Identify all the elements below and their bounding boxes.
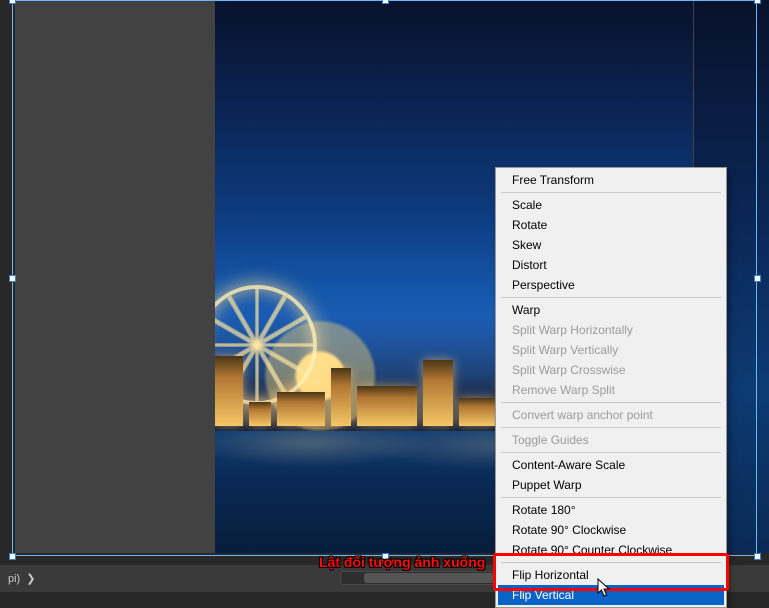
menu-item-distort[interactable]: Distort [498,255,724,275]
transform-handle[interactable] [382,0,389,4]
transform-handle[interactable] [754,553,761,560]
menu-separator [501,562,721,563]
menu-separator [501,192,721,193]
menu-item-rotate-90-counter-clockwise[interactable]: Rotate 90° Counter Clockwise [498,540,724,560]
menu-item-rotate-180[interactable]: Rotate 180° [498,500,724,520]
menu-separator [501,297,721,298]
menu-item-flip-horizontal[interactable]: Flip Horizontal [498,565,724,585]
menu-item-content-aware-scale[interactable]: Content-Aware Scale [498,455,724,475]
status-left-text: pi) [8,573,20,585]
menu-separator [501,402,721,403]
menu-item-toggle-guides: Toggle Guides [498,430,724,450]
menu-item-skew[interactable]: Skew [498,235,724,255]
menu-separator [501,497,721,498]
menu-separator [501,427,721,428]
transform-handle[interactable] [9,0,16,4]
menu-item-puppet-warp[interactable]: Puppet Warp [498,475,724,495]
menu-item-warp[interactable]: Warp [498,300,724,320]
menu-item-scale[interactable]: Scale [498,195,724,215]
menu-item-split-warp-horizontally: Split Warp Horizontally [498,320,724,340]
menu-separator [501,452,721,453]
menu-item-rotate-90-clockwise[interactable]: Rotate 90° Clockwise [498,520,724,540]
menu-item-convert-warp-anchor-point: Convert warp anchor point [498,405,724,425]
transform-handle[interactable] [754,0,761,4]
transform-handle[interactable] [9,275,16,282]
menu-item-rotate[interactable]: Rotate [498,215,724,235]
menu-item-perspective[interactable]: Perspective [498,275,724,295]
menu-item-split-warp-crosswise: Split Warp Crosswise [498,360,724,380]
menu-item-remove-warp-split: Remove Warp Split [498,380,724,400]
menu-item-free-transform[interactable]: Free Transform [498,170,724,190]
status-chevron-icon[interactable]: ❯ [26,572,35,585]
transform-context-menu[interactable]: Free Transform ScaleRotateSkewDistortPers… [495,167,727,608]
menu-item-split-warp-vertically: Split Warp Vertically [498,340,724,360]
annotation-text: Lật đối tượng ảnh xuống [319,554,485,570]
menu-item-flip-vertical[interactable]: Flip Vertical [498,585,724,605]
transform-handle[interactable] [754,275,761,282]
transform-handle[interactable] [9,553,16,560]
